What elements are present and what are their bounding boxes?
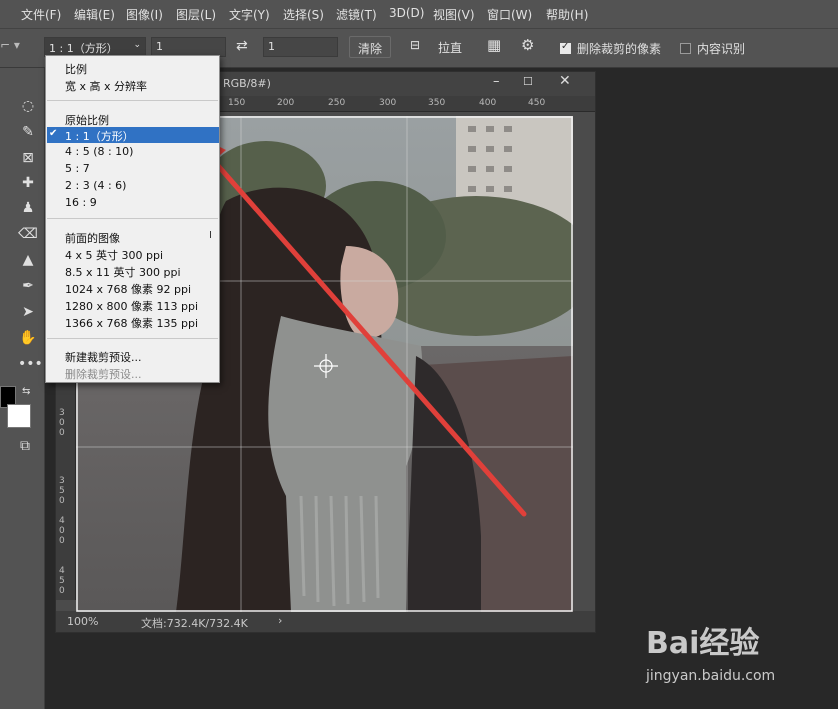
dropdown-item-front-image[interactable]: 前面的图像 bbox=[65, 230, 120, 246]
dropdown-item-preset[interactable]: 4 x 5 英寸 300 ppi bbox=[65, 247, 163, 263]
dropdown-separator bbox=[47, 100, 218, 101]
dropdown-item-ratio-1-1[interactable]: 1 : 1（方形） bbox=[65, 128, 134, 144]
dropdown-item-ratio-5-7[interactable]: 5 : 7 bbox=[65, 162, 90, 175]
dropdown-item-ratio-16-9[interactable]: 16 : 9 bbox=[65, 196, 97, 209]
watermark-url: jingyan.baidu.com bbox=[646, 668, 776, 684]
dropdown-item-delete-preset: 删除裁剪预设... bbox=[65, 368, 142, 381]
dropdown-item-new-preset[interactable]: 新建裁剪预设... bbox=[65, 349, 142, 365]
dropdown-separator bbox=[47, 338, 218, 339]
check-icon: ✔ bbox=[49, 128, 58, 139]
dropdown-item-ratio-4-5[interactable]: 4 : 5 (8 : 10) bbox=[65, 145, 133, 158]
dropdown-item-preset[interactable]: 8.5 x 11 英寸 300 ppi bbox=[65, 264, 181, 280]
text-cursor-icon: I bbox=[209, 230, 212, 241]
dropdown-item-original-ratio[interactable]: 原始比例 bbox=[65, 112, 109, 128]
dropdown-item-ratio[interactable]: 比例 bbox=[65, 61, 87, 77]
crop-ratio-dropdown: 比例 宽 x 高 x 分辨率 原始比例 ✔ 1 : 1（方形） 4 : 5 (8… bbox=[45, 55, 220, 383]
dropdown-separator bbox=[47, 218, 218, 219]
dropdown-item-preset[interactable]: 1366 x 768 像素 135 ppi bbox=[65, 315, 198, 331]
dropdown-item-wxhxres[interactable]: 宽 x 高 x 分辨率 bbox=[65, 78, 147, 94]
dropdown-item-ratio-2-3[interactable]: 2 : 3 (4 : 6) bbox=[65, 179, 126, 192]
baidu-watermark: Bai经验 jingyan.baidu.com bbox=[638, 608, 838, 709]
dropdown-item-preset[interactable]: 1280 x 800 像素 113 ppi bbox=[65, 298, 198, 314]
dropdown-item-preset[interactable]: 1024 x 768 像素 92 ppi bbox=[65, 281, 191, 297]
watermark-brand: Bai经验 bbox=[646, 626, 760, 661]
